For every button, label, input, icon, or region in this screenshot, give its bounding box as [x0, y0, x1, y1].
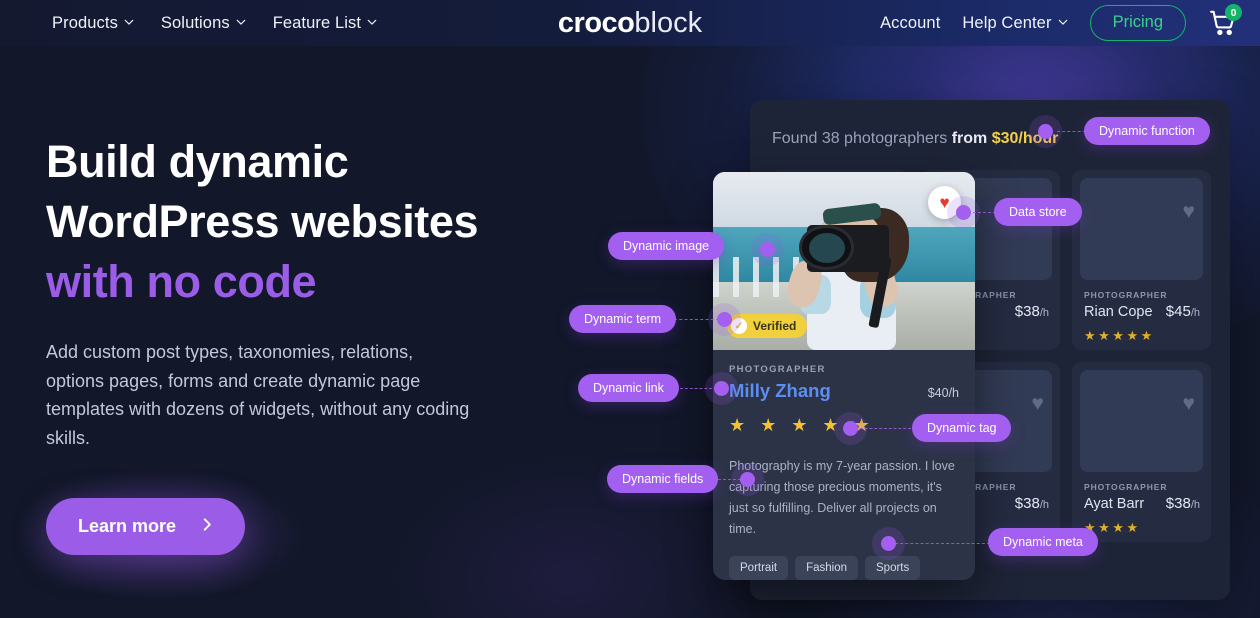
card-thumbnail [1080, 370, 1203, 472]
card-thumbnail [1080, 178, 1203, 280]
callout-dynamic-fields[interactable]: Dynamic fields [607, 465, 719, 493]
verified-label: Verified [753, 319, 797, 333]
nav-item-help-center-label: Help Center [962, 13, 1052, 32]
connector-dot-dynamic-link [714, 381, 729, 396]
card-price-unit: /h [1190, 307, 1200, 319]
nav-item-products[interactable]: Products [52, 14, 134, 33]
nav-item-feature-list[interactable]: Feature List [273, 14, 377, 33]
listing-card[interactable]: ♥ PHOTOGRAPHER Ayat Barr $38/h ★★★★ [1072, 362, 1211, 542]
chevron-right-icon [200, 516, 215, 537]
card-price: $38/h [1015, 303, 1049, 320]
listing-results-text: Found 38 photographers from $30/hour [772, 130, 1058, 148]
cart-button[interactable]: 0 [1208, 4, 1242, 38]
featured-price-unit: /h [948, 386, 959, 400]
connector-dot-dynamic-meta [881, 536, 896, 551]
photographer-photo: ♥ ✓ Verified [713, 172, 975, 350]
card-name: Rian Cope [1084, 304, 1153, 320]
featured-bio: Photography is my 7-year passion. I love… [729, 459, 955, 536]
card-price-value: $38 [1165, 495, 1191, 512]
listing-card[interactable]: ♥ PHOTOGRAPHER Rian Cope $45/h ★★★★★ [1072, 170, 1211, 350]
nav-item-account[interactable]: Account [880, 14, 940, 33]
page-title: Build dynamic WordPress websites with no… [46, 132, 546, 312]
check-circle-icon: ✓ [731, 318, 747, 334]
card-name: Ayat Barr [1084, 496, 1145, 512]
learn-more-label: Learn more [78, 516, 177, 536]
callout-dynamic-image[interactable]: Dynamic image [608, 232, 725, 260]
featured-photographer-card[interactable]: ♥ ✓ Verified PHOTOGRAPHER Milly Zhang $4… [713, 172, 975, 580]
site-header: Products Solutions Feature List croco blo… [0, 0, 1260, 46]
connector-line-dynamic-link [680, 388, 717, 389]
heart-icon[interactable]: ♥ [1183, 392, 1195, 416]
card-role: PHOTOGRAPHER [1084, 482, 1168, 492]
featured-card-body: PHOTOGRAPHER Milly Zhang $40/h ★ ★ ★ ★ ★… [713, 350, 975, 580]
connector-line-dynamic-term [674, 319, 719, 320]
tag-portrait[interactable]: Portrait [729, 556, 789, 580]
hero-title-line-3-accent: with no code [46, 256, 317, 307]
pricing-button[interactable]: Pricing [1089, 5, 1186, 41]
tag-sports[interactable]: Sports [865, 556, 921, 580]
nav-item-solutions[interactable]: Solutions [161, 14, 246, 33]
hero-section: Build dynamic WordPress websites with no… [46, 132, 546, 555]
card-price-unit: /h [1039, 307, 1049, 319]
heart-icon[interactable]: ♥ [1032, 392, 1044, 416]
callout-dynamic-meta[interactable]: Dynamic meta [988, 528, 1098, 556]
connector-dot-data-store [956, 205, 971, 220]
card-price: $38/h [1166, 495, 1200, 512]
featured-name-row: Milly Zhang $40/h [729, 380, 959, 403]
chevron-down-icon [236, 17, 246, 27]
connector-dot-dynamic-fields [740, 472, 755, 487]
page-root: Products Solutions Feature List croco blo… [0, 0, 1260, 618]
connector-dot-dynamic-image [760, 242, 775, 257]
callout-dynamic-tag[interactable]: Dynamic tag [912, 414, 1012, 442]
site-logo[interactable]: croco block [558, 7, 702, 40]
callout-data-store[interactable]: Data store [994, 198, 1082, 226]
card-price: $38/h [1015, 495, 1049, 512]
header-actions: Account Help Center Pricing 0 [880, 4, 1242, 41]
nav-item-help-center[interactable]: Help Center [962, 14, 1067, 33]
featured-price-value: $40 [927, 386, 949, 400]
card-role: PHOTOGRAPHER [1084, 290, 1168, 300]
main-navigation: Products Solutions Feature List [52, 14, 377, 33]
callout-dynamic-function[interactable]: Dynamic function [1084, 117, 1210, 145]
results-from-label: from [951, 130, 992, 147]
chevron-down-icon [1058, 17, 1068, 27]
verified-badge: ✓ Verified [727, 314, 808, 338]
learn-more-button[interactable]: Learn more [46, 498, 246, 555]
card-price-value: $45 [1165, 303, 1191, 320]
connector-dot-dynamic-term [717, 312, 732, 327]
card-price: $45/h [1166, 303, 1200, 320]
connector-dot-dynamic-tag [843, 421, 858, 436]
nav-item-solutions-label: Solutions [160, 13, 230, 32]
featured-role-label: PHOTOGRAPHER [729, 364, 826, 375]
featured-price: $40/h [928, 381, 959, 403]
card-price-unit: /h [1039, 499, 1049, 511]
results-count-text: Found 38 photographers [772, 130, 952, 147]
heart-icon[interactable]: ♥ [1183, 200, 1195, 224]
nav-item-feature-list-label: Feature List [272, 13, 362, 32]
cart-count-badge: 0 [1225, 4, 1242, 21]
chevron-down-icon [124, 17, 134, 27]
shopping-cart-icon [1208, 10, 1238, 42]
card-price-unit: /h [1190, 499, 1200, 511]
nav-item-products-label: Products [52, 13, 118, 32]
hero-title-line-2: WordPress websites [46, 196, 479, 247]
callout-dynamic-link[interactable]: Dynamic link [578, 374, 679, 402]
callout-dynamic-term[interactable]: Dynamic term [569, 305, 677, 333]
photo-camera-lens-inner [808, 232, 846, 263]
card-price-value: $38 [1014, 303, 1040, 320]
connector-line-dynamic-tag [855, 428, 911, 429]
connector-dot-dynamic-function [1038, 124, 1053, 139]
hero-description: Add custom post types, taxonomies, relat… [46, 342, 470, 448]
featured-photographer-name[interactable]: Milly Zhang [729, 380, 831, 402]
tag-fashion[interactable]: Fashion [795, 556, 858, 580]
logo-text-croco: croco [557, 6, 635, 39]
logo-text-block: block [634, 6, 703, 39]
card-price-value: $38 [1014, 495, 1040, 512]
chevron-down-icon [367, 17, 377, 27]
connector-line-dynamic-meta [895, 543, 990, 544]
featured-tag-list: Portrait Fashion Sports Architectual Edi… [729, 556, 954, 580]
hero-illustration: Found 38 photographers from $30/hour ♥ ♥… [560, 90, 1260, 618]
card-rating-stars: ★★★★★ [1084, 328, 1155, 343]
hero-title-line-1: Build dynamic [46, 136, 349, 187]
